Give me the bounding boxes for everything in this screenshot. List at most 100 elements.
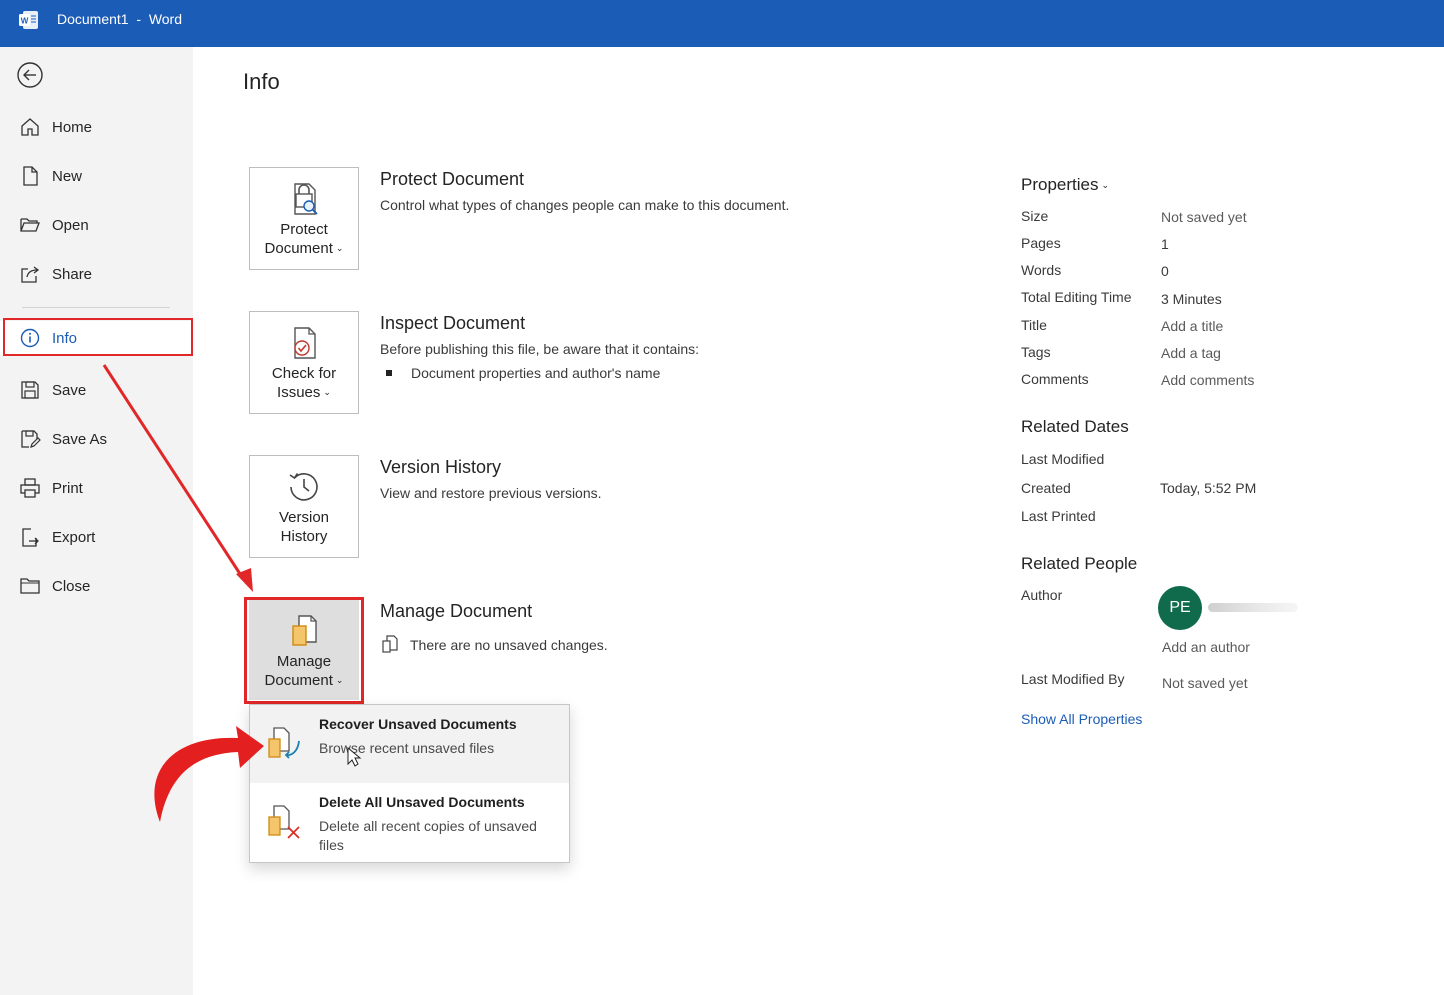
recover-unsaved-documents-item[interactable]: Recover Unsaved Documents Browse recent …	[250, 705, 569, 783]
related-people-heading: Related People	[1021, 554, 1138, 573]
save-icon	[21, 381, 39, 399]
lock-document-icon	[294, 183, 318, 215]
printer-icon	[20, 478, 40, 498]
sidebar-item-label: Export	[52, 528, 96, 546]
properties-heading[interactable]: Properties ⌄	[1021, 175, 1109, 195]
show-all-properties-link[interactable]: Show All Properties	[1021, 711, 1142, 727]
sidebar-item-label: Print	[52, 479, 83, 497]
backstage-sidebar: Home New Open Share Info Save Save As Pr…	[0, 47, 193, 995]
sidebar-item-new[interactable]: New	[0, 156, 193, 196]
word-app-icon: W	[19, 11, 38, 29]
prop-value-title-field[interactable]: Add a title	[1161, 318, 1223, 334]
prop-label-last-printed: Last Printed	[1021, 508, 1096, 524]
manage-status: There are no unsaved changes.	[380, 634, 608, 654]
folder-open-icon	[20, 218, 40, 232]
protect-label-line1: Protect	[280, 221, 328, 238]
author-name-redacted	[1208, 603, 1298, 612]
version-section-desc: View and restore previous versions.	[380, 485, 602, 501]
delete-item-desc: Delete all recent copies of unsaved file…	[319, 818, 537, 853]
window-title: Document1 - Word	[57, 11, 183, 27]
sidebar-item-label: New	[52, 167, 83, 185]
prop-label-last-modified: Last Modified	[1021, 451, 1105, 467]
sidebar-item-label: Close	[52, 577, 91, 595]
sidebar-item-save[interactable]: Save	[0, 370, 193, 410]
related-dates-heading: Related Dates	[1021, 417, 1129, 436]
sidebar-item-open[interactable]: Open	[0, 205, 193, 245]
prop-value-words: 0	[1161, 263, 1169, 279]
sidebar-item-print[interactable]: Print	[0, 468, 193, 508]
protect-document-button[interactable]: Protect Document ⌄	[249, 167, 359, 270]
page-title: Info	[243, 69, 280, 94]
protect-section-desc: Control what types of changes people can…	[380, 197, 790, 213]
manage-document-dropdown: Recover Unsaved Documents Browse recent …	[249, 704, 570, 863]
recover-document-icon	[268, 727, 300, 759]
prop-value-tags-field[interactable]: Add a tag	[1161, 345, 1221, 361]
sidebar-item-share[interactable]: Share	[0, 254, 193, 294]
sidebar-divider	[22, 307, 170, 308]
chevron-down-icon: ⌄	[335, 243, 344, 253]
export-icon	[22, 528, 39, 547]
version-section-title: Version History	[380, 457, 502, 477]
prop-value-created: Today, 5:52 PM	[1160, 480, 1257, 496]
info-highlight-box	[3, 318, 193, 356]
prop-label-editing-time: Total Editing Time	[1021, 289, 1132, 305]
chevron-down-icon: ⌄	[323, 387, 331, 397]
prop-label-title: Title	[1021, 317, 1047, 333]
prop-label-tags: Tags	[1021, 344, 1051, 360]
inspect-section-title: Inspect Document	[380, 313, 526, 333]
manage-section-title: Manage Document	[380, 601, 533, 621]
delete-document-icon	[268, 805, 300, 839]
check-document-icon	[294, 327, 316, 359]
share-icon	[21, 266, 40, 283]
bullet-square-icon	[386, 370, 392, 376]
prop-value-size: Not saved yet	[1161, 209, 1247, 225]
prop-label-last-modified-by: Last Modified By	[1021, 671, 1125, 687]
manage-section-desc: There are no unsaved changes.	[410, 637, 608, 653]
version-label-line1: Version	[278, 509, 330, 526]
manage-highlight-box	[244, 597, 364, 704]
sidebar-item-label: Share	[52, 265, 93, 283]
recover-item-title: Recover Unsaved Documents	[319, 716, 517, 732]
prop-value-last-modified-by: Not saved yet	[1162, 675, 1248, 691]
prop-label-created: Created	[1021, 480, 1071, 496]
title-bar: W Document1 - Word	[0, 0, 1444, 47]
sidebar-item-save-as[interactable]: Save As	[0, 419, 193, 459]
sidebar-item-label: Save	[52, 381, 87, 399]
prop-value-editing-time: 3 Minutes	[1161, 291, 1222, 307]
sidebar-item-label: Home	[52, 118, 93, 136]
chevron-down-icon: ⌄	[1101, 180, 1110, 190]
sidebar-item-close[interactable]: Close	[0, 566, 193, 606]
version-history-button[interactable]: Version History	[249, 455, 359, 558]
protect-label-line2: Document	[264, 240, 333, 257]
delete-all-unsaved-documents-item[interactable]: Delete All Unsaved Documents Delete all …	[250, 783, 569, 862]
recover-item-desc: Browse recent unsaved files	[319, 740, 495, 756]
inspect-label-line2: Issues	[277, 384, 321, 401]
document-status-icon	[382, 635, 398, 653]
properties-heading-label: Properties	[1021, 175, 1099, 194]
version-label-line2: History	[280, 528, 328, 545]
history-clock-icon	[289, 473, 318, 501]
svg-text:W: W	[21, 17, 29, 26]
save-as-icon	[21, 430, 41, 448]
inspect-bullet-text: Document properties and author's name	[411, 365, 661, 381]
prop-value-comments-field[interactable]: Add comments	[1161, 372, 1254, 388]
new-document-icon	[23, 166, 38, 186]
prop-value-pages: 1	[1161, 236, 1169, 252]
add-author-field[interactable]: Add an author	[1162, 639, 1250, 655]
sidebar-item-label: Save As	[52, 430, 108, 448]
home-icon	[21, 118, 39, 136]
protect-section-title: Protect Document	[380, 169, 525, 189]
inspect-section-desc: Before publishing this file, be aware th…	[380, 341, 700, 357]
prop-label-size: Size	[1021, 208, 1049, 224]
check-for-issues-button[interactable]: Check for Issues ⌄	[249, 311, 359, 414]
folder-close-icon	[20, 578, 40, 594]
prop-label-words: Words	[1021, 262, 1062, 278]
inspect-label-line1: Check for	[271, 365, 337, 382]
back-arrow-icon[interactable]	[16, 61, 44, 89]
sidebar-item-export[interactable]: Export	[0, 517, 193, 557]
inspect-bullet: Document properties and author's name	[386, 365, 660, 381]
sidebar-item-home[interactable]: Home	[0, 107, 193, 147]
sidebar-item-label: Open	[52, 216, 89, 234]
author-avatar[interactable]: PE	[1158, 586, 1202, 630]
prop-label-pages: Pages	[1021, 235, 1061, 251]
